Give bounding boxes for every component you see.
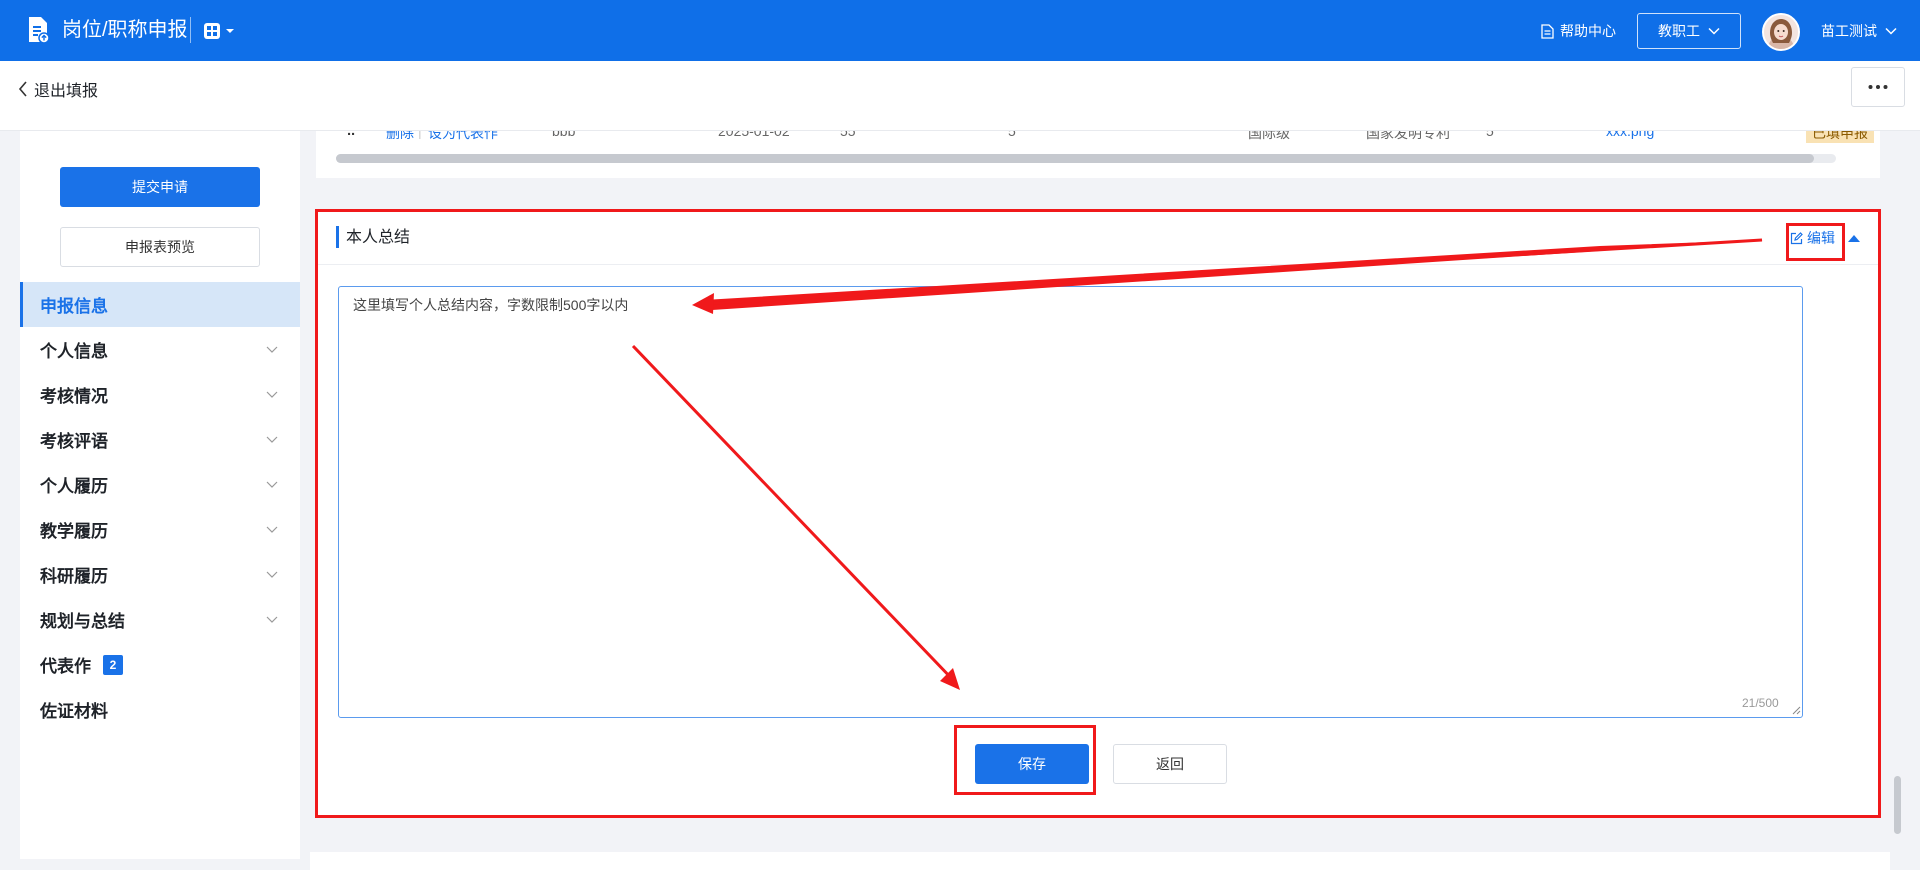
annotation-box-save [954, 725, 1096, 795]
caret-down-icon [226, 29, 234, 33]
chevron-left-icon [18, 81, 27, 97]
annotation-box-summary-card [315, 209, 1881, 818]
annotation-box-edit [1786, 223, 1845, 261]
sidebar-item-assessment-comments[interactable]: 考核评语 [20, 417, 300, 462]
divider: | [418, 131, 422, 139]
table-cell: 55 [840, 131, 856, 139]
preview-form-button[interactable]: 申报表预览 [60, 227, 260, 267]
sidebar-item-plan-summary[interactable]: 规划与总结 [20, 597, 300, 642]
chevron-down-icon [266, 391, 278, 398]
table-row: ⠿ 删除 | 设为代表作 bbb 2025-01-02 55 5 国际级 国家发… [316, 131, 1880, 143]
horizontal-scrollbar[interactable] [336, 154, 1836, 163]
sidebar-item-label: 规划与总结 [40, 612, 125, 631]
chevron-down-icon [1708, 27, 1720, 35]
grid-icon [204, 23, 220, 39]
status-badge: 已填申报 [1806, 131, 1874, 143]
role-select-value: 教职工 [1658, 23, 1700, 39]
avatar-image [1764, 15, 1798, 49]
scrollbar-thumb[interactable] [336, 154, 1814, 163]
top-bar: 岗位/职称申报 帮助中心 教职工 苗工测试 [0, 0, 1920, 61]
file-link[interactable]: xxx.png [1606, 131, 1654, 139]
sidebar-item-label: 考核情况 [40, 387, 108, 406]
sidebar-item-label: 教学履历 [40, 522, 108, 541]
sidebar-nav: 申报信息 个人信息 考核情况 考核评语 个人履历 教学履历 科研履历 规划与总结 [20, 282, 300, 732]
more-icon [1868, 85, 1888, 89]
sidebar-item-personal-resume[interactable]: 个人履历 [20, 462, 300, 507]
app-logo-icon [29, 17, 50, 44]
sub-bar: 退出填报 [0, 61, 1920, 131]
table-cell: 5 [1486, 131, 1494, 139]
submit-application-button[interactable]: 提交申请 [60, 167, 260, 207]
chevron-down-icon [1885, 27, 1897, 35]
table-cell: 5 [1008, 131, 1016, 139]
chevron-down-icon [266, 436, 278, 443]
table-cell: bbb [552, 131, 576, 139]
delete-link[interactable]: 删除 [386, 131, 414, 143]
sidebar-item-personal-info[interactable]: 个人信息 [20, 327, 300, 372]
count-badge: 2 [103, 654, 123, 675]
sidebar-item-label: 代表作 [40, 657, 91, 676]
sidebar-item-application-info[interactable]: 申报信息 [20, 282, 300, 327]
sidebar-item-label: 个人信息 [40, 342, 108, 361]
sidebar-item-representative-works[interactable]: 代表作 2 [20, 642, 300, 687]
document-icon [1541, 23, 1554, 39]
previous-table-card: ⠿ 删除 | 设为代表作 bbb 2025-01-02 55 5 国际级 国家发… [316, 131, 1880, 178]
user-name: 苗工测试 [1821, 23, 1877, 39]
divider [190, 17, 191, 43]
sidebar-item-teaching-resume[interactable]: 教学履历 [20, 507, 300, 552]
chevron-down-icon [266, 571, 278, 578]
sidebar-item-label: 考核评语 [40, 432, 108, 451]
more-options-button[interactable] [1851, 67, 1905, 107]
sidebar-item-research-resume[interactable]: 科研履历 [20, 552, 300, 597]
exit-fill-link[interactable]: 退出填报 [18, 77, 98, 101]
help-center-link[interactable]: 帮助中心 [1541, 20, 1616, 42]
exit-fill-label: 退出填报 [34, 83, 99, 100]
role-select[interactable]: 教职工 [1637, 13, 1741, 49]
table-cell: 国家发明专利 [1366, 131, 1450, 141]
table-cell: 国际级 [1248, 131, 1290, 141]
sidebar-item-label: 个人履历 [40, 477, 108, 496]
set-representative-link[interactable]: 设为代表作 [428, 131, 498, 143]
app-title: 岗位/职称申报 [62, 19, 188, 41]
sidebar-item-label: 佐证材料 [40, 702, 108, 721]
sidebar: 提交申请 申报表预览 申报信息 个人信息 考核情况 考核评语 个人履历 教学履历… [20, 131, 300, 859]
app-switcher-button[interactable] [204, 20, 240, 42]
user-menu[interactable]: 苗工测试 [1821, 20, 1897, 42]
help-center-label: 帮助中心 [1560, 23, 1616, 39]
sidebar-item-label: 科研履历 [40, 567, 108, 586]
chevron-down-icon [266, 481, 278, 488]
sidebar-item-evidence-materials[interactable]: 佐证材料 [20, 687, 300, 732]
sidebar-item-label: 申报信息 [40, 297, 108, 316]
chevron-down-icon [266, 616, 278, 623]
vertical-scrollbar-thumb[interactable] [1894, 776, 1901, 834]
drag-handle-icon[interactable]: ⠿ [346, 131, 356, 140]
sidebar-item-assessment[interactable]: 考核情况 [20, 372, 300, 417]
avatar[interactable] [1762, 13, 1800, 51]
table-cell: 2025-01-02 [718, 131, 790, 139]
chevron-down-icon [266, 526, 278, 533]
chevron-down-icon [266, 346, 278, 353]
next-card [310, 852, 1890, 870]
